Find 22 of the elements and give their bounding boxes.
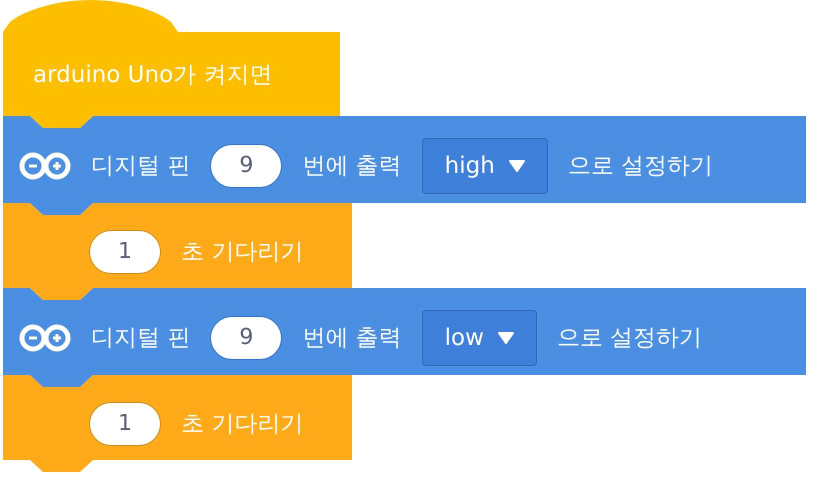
caret-icon — [508, 160, 525, 172]
arduino-icon — [19, 322, 71, 354]
block-label: 으로 설정하기 — [556, 324, 702, 353]
block-label: 디지털 핀 — [91, 324, 190, 353]
block-label: arduino Uno가 켜지면 — [33, 60, 272, 90]
block-label: 초 기다리기 — [181, 238, 304, 267]
pin-input[interactable]: 9 — [210, 316, 282, 360]
pin-input[interactable]: 9 — [210, 144, 282, 188]
level-dropdown[interactable]: high — [422, 138, 548, 194]
digital-write-block[interactable]: 디지털 핀 9 번에 출력 low 으로 설정하기 — [3, 288, 806, 387]
seconds-input[interactable]: 1 — [89, 230, 161, 274]
wait-block[interactable]: 1 초 기다리기 — [3, 375, 352, 472]
seconds-input[interactable]: 1 — [89, 402, 161, 446]
block-label: 번에 출력 — [302, 324, 402, 353]
block-label: 디지털 핀 — [91, 152, 190, 181]
block-label: 으로 설정하기 — [568, 152, 714, 181]
block-label: 초 기다리기 — [181, 410, 304, 439]
level-dropdown[interactable]: low — [422, 310, 537, 366]
digital-write-block[interactable]: 디지털 핀 9 번에 출력 high 으로 설정하기 — [3, 116, 806, 215]
arduino-icon — [19, 150, 71, 182]
caret-icon — [498, 332, 514, 344]
block-label: 번에 출력 — [302, 152, 402, 181]
